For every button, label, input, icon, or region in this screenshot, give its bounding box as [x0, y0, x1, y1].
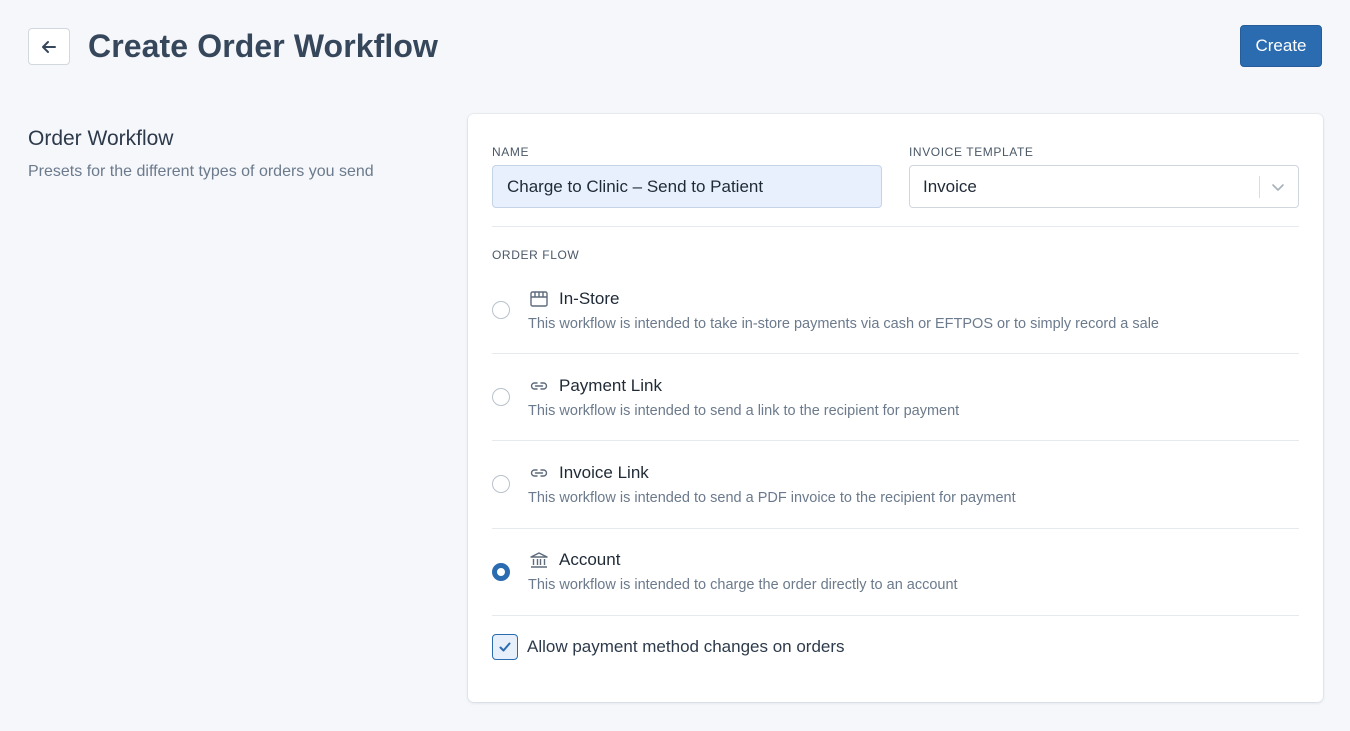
workflow-form-card: NAME INVOICE TEMPLATE Invoice ORDER FLOW…: [468, 114, 1323, 702]
radio-account[interactable]: [492, 563, 510, 581]
order-flow-option-invoice-link[interactable]: Invoice Link This workflow is intended t…: [492, 463, 1299, 534]
allow-payment-changes-label: Allow payment method changes on orders: [527, 637, 845, 656]
option-title: Invoice Link: [559, 463, 649, 482]
radio-invoice-link[interactable]: [492, 475, 510, 493]
name-label: NAME: [492, 145, 530, 159]
checkmark-icon: [499, 642, 511, 652]
option-title: Payment Link: [559, 376, 662, 395]
bank-icon: [530, 552, 548, 568]
order-flow-option-payment-link[interactable]: Payment Link This workflow is intended t…: [492, 376, 1299, 447]
page-title: Create Order Workflow: [88, 28, 439, 64]
allow-payment-changes-checkbox[interactable]: [492, 634, 518, 660]
page-header: Create Order Workflow Create: [28, 25, 1322, 67]
option-title: Account: [559, 550, 621, 569]
create-button[interactable]: Create: [1240, 25, 1322, 67]
chevron-down-icon[interactable]: [1270, 180, 1286, 194]
invoice-template-label: INVOICE TEMPLATE: [909, 145, 1034, 159]
name-input[interactable]: [492, 165, 882, 208]
option-description: This workflow is intended to send a PDF …: [528, 490, 1016, 506]
divider: [492, 615, 1299, 616]
select-separator: [1259, 176, 1260, 198]
divider: [492, 226, 1299, 227]
order-flow-option-account[interactable]: Account This workflow is intended to cha…: [492, 550, 1299, 621]
divider: [492, 440, 1299, 441]
section-title: Order Workflow: [28, 127, 174, 150]
link-icon: [530, 382, 548, 390]
divider: [492, 528, 1299, 529]
invoice-template-select[interactable]: Invoice: [909, 165, 1299, 208]
option-description: This workflow is intended to take in-sto…: [528, 316, 1159, 332]
section-info: Order Workflow Presets for the different…: [28, 126, 448, 182]
option-title: In-Store: [559, 289, 620, 308]
order-flow-label: ORDER FLOW: [492, 248, 580, 262]
section-description: Presets for the different types of order…: [28, 163, 374, 180]
divider: [492, 353, 1299, 354]
order-flow-option-in-store[interactable]: In-Store This workflow is intended to ta…: [492, 289, 1299, 360]
option-description: This workflow is intended to send a link…: [528, 403, 960, 419]
invoice-template-value: Invoice: [923, 177, 977, 196]
option-description: This workflow is intended to charge the …: [528, 577, 958, 593]
radio-payment-link[interactable]: [492, 388, 510, 406]
storefront-icon: [530, 291, 548, 307]
link-icon: [530, 469, 548, 477]
back-button[interactable]: [28, 28, 70, 65]
arrow-left-icon: [42, 40, 56, 53]
radio-in-store[interactable]: [492, 301, 510, 319]
